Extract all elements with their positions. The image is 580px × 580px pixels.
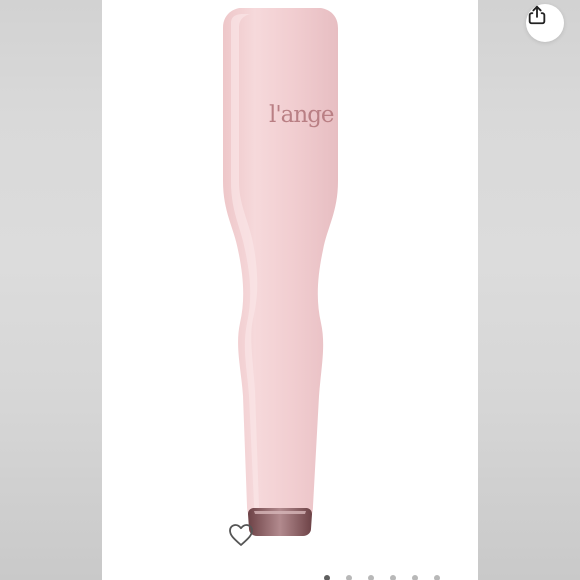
product-image-panel[interactable]: l'ange [102,0,564,580]
carousel-dot-6[interactable] [434,575,440,580]
brand-logo: l'ange [262,100,335,152]
heart-outline-icon [229,524,253,546]
carousel-dot-4[interactable] [390,575,396,580]
carousel-dot-3[interactable] [368,575,374,580]
product-image-viewer: l'ange [0,0,580,580]
carousel-dot-5[interactable] [412,575,418,580]
brand-logo-text: l'ange [269,102,335,128]
carousel-dots [324,575,464,580]
right-background-panel [478,0,580,580]
share-button[interactable] [526,4,564,42]
carousel-dot-2[interactable] [346,575,352,580]
carousel-dot-1[interactable] [324,575,330,580]
hair-straightener-image [223,8,338,536]
left-background-panel [0,0,102,580]
straightener-body [223,8,338,526]
tip-shine [254,511,306,514]
share-icon [528,5,546,25]
favorite-button[interactable] [228,523,258,553]
